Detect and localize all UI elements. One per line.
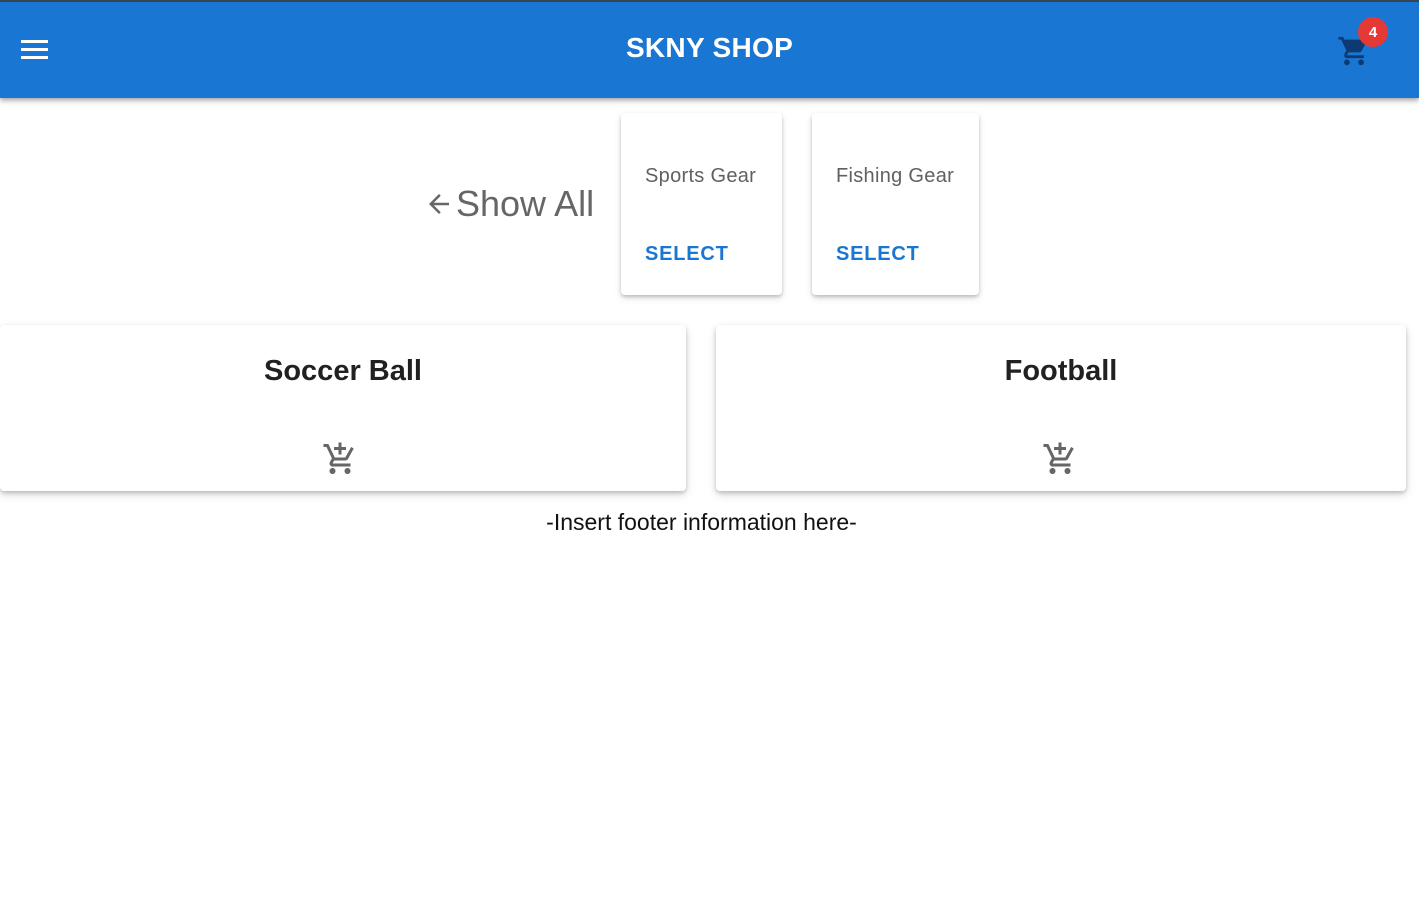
add-to-cart-button[interactable] (320, 439, 360, 479)
category-name: Sports Gear (645, 165, 757, 187)
app-bar: SKNY SHOP (0, 2, 1419, 98)
category-card-fishing-gear: Fishing Gear SELECT (812, 113, 979, 295)
menu-icon (21, 40, 48, 59)
cart-count-badge: 4 (1358, 17, 1388, 47)
category-name: Fishing Gear (836, 165, 955, 187)
menu-button[interactable] (10, 25, 60, 75)
add-to-cart-button[interactable] (1040, 439, 1080, 479)
select-button[interactable]: SELECT (836, 243, 920, 266)
category-card-sports-gear: Sports Gear SELECT (621, 113, 782, 295)
product-card-football: Football (716, 325, 1406, 491)
arrow-left-icon (429, 194, 449, 214)
product-name: Football (1004, 355, 1118, 387)
add-to-cart-icon (1043, 442, 1074, 474)
add-to-cart-icon (323, 442, 354, 474)
show-all-label: Show All (456, 183, 595, 224)
footer-text: -Insert footer information here- (546, 509, 857, 535)
product-name: Soccer Ball (264, 355, 422, 387)
product-card-soccer-ball: Soccer Ball (0, 325, 686, 491)
select-button[interactable]: SELECT (645, 243, 729, 266)
app-title: SKNY SHOP (625, 32, 794, 63)
show-all-link[interactable]: Show All (424, 182, 594, 226)
